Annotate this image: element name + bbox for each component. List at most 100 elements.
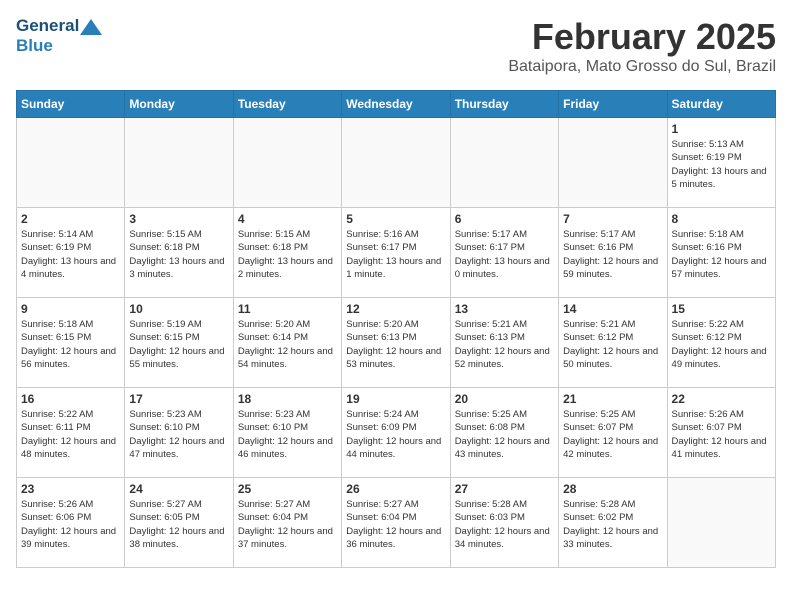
day-info: Sunrise: 5:13 AMSunset: 6:19 PMDaylight:… — [672, 138, 771, 191]
calendar-cell: 1 Sunrise: 5:13 AMSunset: 6:19 PMDaylight… — [667, 118, 775, 208]
day-number: 27 — [455, 482, 554, 496]
weekday-header: Wednesday — [342, 91, 450, 118]
title-section: February 2025 Bataipora, Mato Grosso do … — [508, 16, 776, 76]
calendar-week-row: 23 Sunrise: 5:26 AMSunset: 6:06 PMDayligh… — [17, 478, 776, 568]
day-info: Sunrise: 5:23 AMSunset: 6:10 PMDaylight:… — [129, 408, 228, 461]
calendar-cell: 22 Sunrise: 5:26 AMSunset: 6:07 PMDayligh… — [667, 388, 775, 478]
weekday-header: Thursday — [450, 91, 558, 118]
calendar-cell: 26 Sunrise: 5:27 AMSunset: 6:04 PMDayligh… — [342, 478, 450, 568]
day-number: 8 — [672, 212, 771, 226]
calendar-cell — [342, 118, 450, 208]
day-info: Sunrise: 5:17 AMSunset: 6:16 PMDaylight:… — [563, 228, 662, 281]
calendar-cell: 3 Sunrise: 5:15 AMSunset: 6:18 PMDaylight… — [125, 208, 233, 298]
calendar-cell — [559, 118, 667, 208]
day-info: Sunrise: 5:21 AMSunset: 6:13 PMDaylight:… — [455, 318, 554, 371]
calendar-week-row: 2 Sunrise: 5:14 AMSunset: 6:19 PMDaylight… — [17, 208, 776, 298]
day-number: 23 — [21, 482, 120, 496]
calendar-cell: 10 Sunrise: 5:19 AMSunset: 6:15 PMDayligh… — [125, 298, 233, 388]
day-info: Sunrise: 5:25 AMSunset: 6:07 PMDaylight:… — [563, 408, 662, 461]
day-number: 1 — [672, 122, 771, 136]
calendar-cell: 21 Sunrise: 5:25 AMSunset: 6:07 PMDayligh… — [559, 388, 667, 478]
day-info: Sunrise: 5:23 AMSunset: 6:10 PMDaylight:… — [238, 408, 337, 461]
day-info: Sunrise: 5:20 AMSunset: 6:13 PMDaylight:… — [346, 318, 445, 371]
calendar-cell — [667, 478, 775, 568]
calendar-cell: 11 Sunrise: 5:20 AMSunset: 6:14 PMDayligh… — [233, 298, 341, 388]
calendar-cell — [125, 118, 233, 208]
day-number: 4 — [238, 212, 337, 226]
day-number: 14 — [563, 302, 662, 316]
logo-icon — [80, 19, 102, 35]
logo-blue: Blue — [16, 36, 102, 56]
location: Bataipora, Mato Grosso do Sul, Brazil — [508, 58, 776, 76]
day-info: Sunrise: 5:16 AMSunset: 6:17 PMDaylight:… — [346, 228, 445, 281]
logo-text: General — [16, 16, 102, 36]
day-info: Sunrise: 5:28 AMSunset: 6:03 PMDaylight:… — [455, 498, 554, 551]
calendar-cell: 19Sunrise: 5:24 AMSunset: 6:09 PMDayligh… — [342, 388, 450, 478]
day-number: 5 — [346, 212, 445, 226]
day-number: 24 — [129, 482, 228, 496]
day-info: Sunrise: 5:22 AMSunset: 6:12 PMDaylight:… — [672, 318, 771, 371]
calendar-cell — [450, 118, 558, 208]
day-info: Sunrise: 5:26 AMSunset: 6:06 PMDaylight:… — [21, 498, 120, 551]
day-info: Sunrise: 5:20 AMSunset: 6:14 PMDaylight:… — [238, 318, 337, 371]
weekday-header-row: SundayMondayTuesdayWednesdayThursdayFrid… — [17, 91, 776, 118]
calendar-cell: 6 Sunrise: 5:17 AMSunset: 6:17 PMDaylight… — [450, 208, 558, 298]
day-number: 3 — [129, 212, 228, 226]
day-info: Sunrise: 5:14 AMSunset: 6:19 PMDaylight:… — [21, 228, 120, 281]
calendar-cell: 20 Sunrise: 5:25 AMSunset: 6:08 PMDayligh… — [450, 388, 558, 478]
day-number: 6 — [455, 212, 554, 226]
calendar-week-row: 9 Sunrise: 5:18 AMSunset: 6:15 PMDaylight… — [17, 298, 776, 388]
calendar-cell: 18 Sunrise: 5:23 AMSunset: 6:10 PMDayligh… — [233, 388, 341, 478]
day-number: 26 — [346, 482, 445, 496]
day-number: 9 — [21, 302, 120, 316]
day-info: Sunrise: 5:21 AMSunset: 6:12 PMDaylight:… — [563, 318, 662, 371]
calendar-cell: 7Sunrise: 5:17 AMSunset: 6:16 PMDaylight… — [559, 208, 667, 298]
calendar-cell: 2 Sunrise: 5:14 AMSunset: 6:19 PMDaylight… — [17, 208, 125, 298]
weekday-header: Monday — [125, 91, 233, 118]
day-number: 22 — [672, 392, 771, 406]
day-info: Sunrise: 5:17 AMSunset: 6:17 PMDaylight:… — [455, 228, 554, 281]
calendar-cell — [17, 118, 125, 208]
day-info: Sunrise: 5:27 AMSunset: 6:04 PMDaylight:… — [238, 498, 337, 551]
month-title: February 2025 — [508, 16, 776, 58]
day-number: 12 — [346, 302, 445, 316]
calendar-cell: 25 Sunrise: 5:27 AMSunset: 6:04 PMDayligh… — [233, 478, 341, 568]
day-info: Sunrise: 5:28 AMSunset: 6:02 PMDaylight:… — [563, 498, 662, 551]
calendar-table: SundayMondayTuesdayWednesdayThursdayFrid… — [16, 90, 776, 568]
day-number: 2 — [21, 212, 120, 226]
weekday-header: Sunday — [17, 91, 125, 118]
day-info: Sunrise: 5:18 AMSunset: 6:15 PMDaylight:… — [21, 318, 120, 371]
day-number: 13 — [455, 302, 554, 316]
calendar-cell: 8 Sunrise: 5:18 AMSunset: 6:16 PMDaylight… — [667, 208, 775, 298]
day-info: Sunrise: 5:15 AMSunset: 6:18 PMDaylight:… — [238, 228, 337, 281]
day-number: 25 — [238, 482, 337, 496]
calendar-cell: 12 Sunrise: 5:20 AMSunset: 6:13 PMDayligh… — [342, 298, 450, 388]
calendar-week-row: 16Sunrise: 5:22 AMSunset: 6:11 PMDayligh… — [17, 388, 776, 478]
day-number: 20 — [455, 392, 554, 406]
calendar-cell: 9 Sunrise: 5:18 AMSunset: 6:15 PMDaylight… — [17, 298, 125, 388]
day-info: Sunrise: 5:19 AMSunset: 6:15 PMDaylight:… — [129, 318, 228, 371]
calendar-cell: 17Sunrise: 5:23 AMSunset: 6:10 PMDayligh… — [125, 388, 233, 478]
calendar-cell: 24 Sunrise: 5:27 AMSunset: 6:05 PMDayligh… — [125, 478, 233, 568]
day-info: Sunrise: 5:26 AMSunset: 6:07 PMDaylight:… — [672, 408, 771, 461]
day-info: Sunrise: 5:27 AMSunset: 6:04 PMDaylight:… — [346, 498, 445, 551]
calendar-week-row: 1 Sunrise: 5:13 AMSunset: 6:19 PMDaylight… — [17, 118, 776, 208]
calendar-cell — [233, 118, 341, 208]
day-info: Sunrise: 5:18 AMSunset: 6:16 PMDaylight:… — [672, 228, 771, 281]
day-number: 18 — [238, 392, 337, 406]
day-number: 28 — [563, 482, 662, 496]
day-info: Sunrise: 5:15 AMSunset: 6:18 PMDaylight:… — [129, 228, 228, 281]
day-number: 11 — [238, 302, 337, 316]
day-number: 10 — [129, 302, 228, 316]
day-info: Sunrise: 5:22 AMSunset: 6:11 PMDaylight:… — [21, 408, 120, 461]
day-info: Sunrise: 5:25 AMSunset: 6:08 PMDaylight:… — [455, 408, 554, 461]
day-number: 21 — [563, 392, 662, 406]
day-number: 19 — [346, 392, 445, 406]
weekday-header: Friday — [559, 91, 667, 118]
calendar-cell: 15Sunrise: 5:22 AMSunset: 6:12 PMDayligh… — [667, 298, 775, 388]
calendar-cell: 4 Sunrise: 5:15 AMSunset: 6:18 PMDaylight… — [233, 208, 341, 298]
calendar-cell: 13 Sunrise: 5:21 AMSunset: 6:13 PMDayligh… — [450, 298, 558, 388]
calendar-cell: 16Sunrise: 5:22 AMSunset: 6:11 PMDayligh… — [17, 388, 125, 478]
day-info: Sunrise: 5:27 AMSunset: 6:05 PMDaylight:… — [129, 498, 228, 551]
weekday-header: Saturday — [667, 91, 775, 118]
